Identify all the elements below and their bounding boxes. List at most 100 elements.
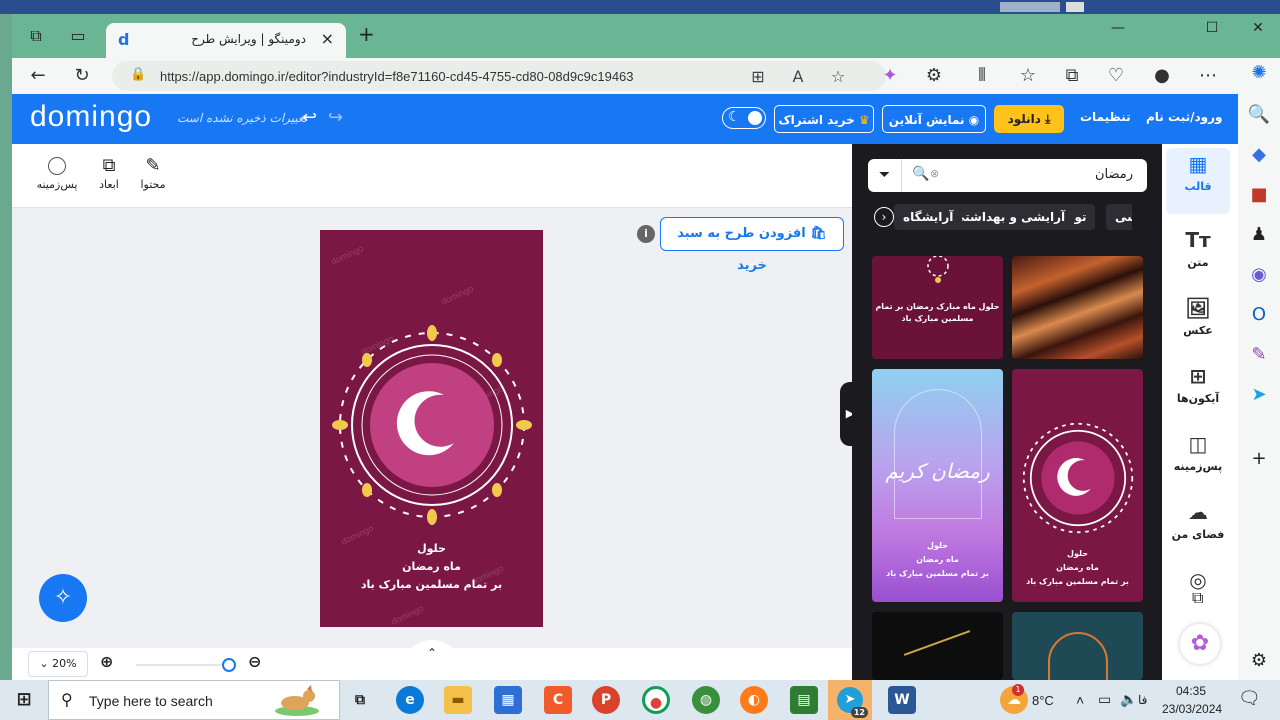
rail-item-text[interactable]: Tт متن [1166,224,1230,290]
chevron-right-icon[interactable]: › [874,207,894,227]
favorite-star-icon[interactable]: ☆ [826,67,850,86]
language-indicator[interactable]: فا [1138,693,1147,707]
rail-item-icons[interactable]: ⊞ آیکون‌ها [1166,360,1230,426]
template-card[interactable] [1012,612,1143,680]
online-preview-button[interactable]: ◉ نمایش آنلاین [882,105,986,133]
lock-icon[interactable]: 🔒 [130,67,146,82]
close-tab-icon[interactable]: × [321,29,334,48]
zoom-select[interactable]: ⌄ 20% [28,651,88,677]
zoom-in-icon[interactable]: ⊕ [100,652,113,671]
file-explorer-icon[interactable]: ▬ [444,686,472,714]
category-chip[interactable]: شی [1106,204,1132,230]
extensions-icon[interactable]: ⚙ [922,64,946,88]
shopping-tag-icon[interactable]: ◆ [1244,140,1274,170]
red-p-app-icon[interactable]: P [592,686,620,714]
close-window-icon[interactable]: ✕ [1238,20,1278,36]
translate-icon[interactable]: ⧉ [1192,588,1203,608]
volume-icon[interactable]: 🔈 [1120,691,1137,708]
template-card[interactable]: رمضان کریم حلول ماه رمضان بر تمام مسلمین… [872,369,1003,602]
refresh-icon[interactable]: ↻ [70,64,94,88]
store-icon[interactable]: ▦ [494,686,522,714]
microsoft365-icon[interactable]: ◉ [1244,260,1274,290]
rail-item-my-space[interactable]: ☁ فضای من [1166,496,1230,562]
maximize-icon[interactable]: ☐ [1192,20,1232,36]
performance-icon[interactable]: ♡ [1104,64,1128,88]
add-to-cart-button[interactable]: 🛍 افزودن طرح به سبد خرید [660,217,844,273]
background-tool[interactable]: پس‌زمینه [32,154,82,191]
design-canvas[interactable]: domingo domingo domingo domingo domingo … [320,230,543,627]
zoom-slider-thumb[interactable] [222,658,236,672]
new-tab-button[interactable]: + [358,22,375,46]
redo-icon[interactable]: ↪ [328,107,343,128]
globe-app-icon[interactable]: ◍ [692,686,720,714]
login-link[interactable]: ورود/ثبت نام [1146,110,1222,124]
zoom-out-icon[interactable]: ⊖ [248,652,261,671]
outlook-icon[interactable]: O [1244,300,1274,330]
more-options-icon[interactable]: ⋯ [1196,64,1220,88]
weather-temp[interactable]: 8°C [1032,693,1054,708]
template-card[interactable]: حلول ماه مبارک رمضان بر تمام مسلمین مبار… [872,256,1003,359]
notifications-icon[interactable]: 🗨 [1238,688,1261,709]
workspaces-icon[interactable]: ⧉ [24,24,48,48]
dark-mode-toggle[interactable]: ☾ [722,107,766,129]
address-bar[interactable]: 🔒 https://app.domingo.ir/editor?industry… [112,61,886,91]
split-screen-icon[interactable]: ⫴ [970,64,994,88]
word-icon[interactable]: W [888,686,916,714]
template-card[interactable] [1012,256,1143,359]
dimensions-tool[interactable]: ⧉ ابعاد [84,154,134,191]
chevron-up-icon[interactable]: ˄ [1076,692,1084,708]
back-icon[interactable]: ← [26,64,50,88]
settings-link[interactable]: تنظیمات [1080,110,1131,124]
windows-start-icon[interactable]: ⊞ [10,686,38,714]
task-view-icon[interactable]: ⧉ [346,686,374,714]
content-tool[interactable]: ✎ محتوا [128,154,178,191]
games-icon[interactable]: ♟ [1244,220,1274,250]
tools-briefcase-icon[interactable]: ■ [1244,180,1274,210]
undo-icon[interactable]: ↩ [302,107,317,128]
download-button[interactable]: ⤓ دانلود [994,105,1064,133]
telegram-taskbar-button[interactable]: ➤ 12 [828,680,872,720]
designer-icon[interactable]: ✎ [1244,340,1274,370]
network-icon[interactable]: ▭ [1098,691,1111,708]
orange-app-icon[interactable]: C [544,686,572,714]
copilot-extension-icon[interactable]: ✦ [878,64,902,88]
taskbar-search[interactable]: ⚲ Type here to search [48,680,340,720]
rail-item-background[interactable]: ◫ پس‌زمینه [1166,428,1230,494]
domingo-logo[interactable]: domingo [30,100,152,134]
filter-icon[interactable]: ⏷ [868,159,902,192]
ai-brain-button[interactable]: ✿ [1180,624,1220,664]
template-card[interactable] [872,612,1003,680]
minimize-icon[interactable]: — [1098,20,1138,36]
template-card[interactable]: حلول ماه رمضان بر تمام مسلمین مبارک باد [1012,369,1143,602]
app-available-icon[interactable]: ⊞ [746,67,770,86]
search-icon[interactable]: 🔍 [912,166,929,182]
magic-wand-button[interactable]: ✧ [39,574,87,622]
zoom-slider[interactable] [136,658,236,672]
info-icon[interactable]: i [637,225,655,243]
read-aloud-icon[interactable]: A [786,67,810,86]
category-chip[interactable]: آرایشی و بهداشتی [944,204,1075,230]
send-icon[interactable]: ➤ [1244,380,1274,410]
add-sidebar-app-icon[interactable]: + [1244,444,1274,474]
browser-tab[interactable]: d دومینگو | ویرایش طرح × [106,23,346,58]
firefox-icon[interactable]: ◐ [740,686,768,714]
search-input[interactable]: رمضان [1095,167,1133,182]
sidebar-settings-icon[interactable]: ⚙ [1244,646,1274,676]
pages-expand-button[interactable]: ⌃ [402,640,462,670]
template-search[interactable]: ⏷ 🔍 ⊗ رمضان [868,159,1147,192]
favorites-icon[interactable]: ☆ [1016,64,1040,88]
buy-subscription-button[interactable]: ♛ خرید اشتراک [774,105,874,133]
rail-item-templates[interactable]: ▦ قالب [1166,148,1230,214]
chrome-icon[interactable]: ● [642,686,670,714]
rail-item-photos[interactable]: 🖼 عکس [1166,292,1230,358]
search-icon[interactable]: 🔍 [1244,100,1274,130]
clock-date[interactable]: 23/03/2024 [1162,702,1222,716]
clear-search-icon[interactable]: ⊗ [930,167,939,180]
green-app-icon[interactable]: ▤ [790,686,818,714]
category-chip[interactable]: آرایشگاه [894,204,963,230]
clock-time[interactable]: 04:35 [1176,684,1206,698]
profile-avatar-icon[interactable]: ● [1150,64,1174,88]
collections-icon[interactable]: ⧉ [1060,64,1084,88]
tab-actions-icon[interactable]: ▭ [66,24,90,48]
copilot-icon[interactable]: ✺ [1244,58,1274,88]
